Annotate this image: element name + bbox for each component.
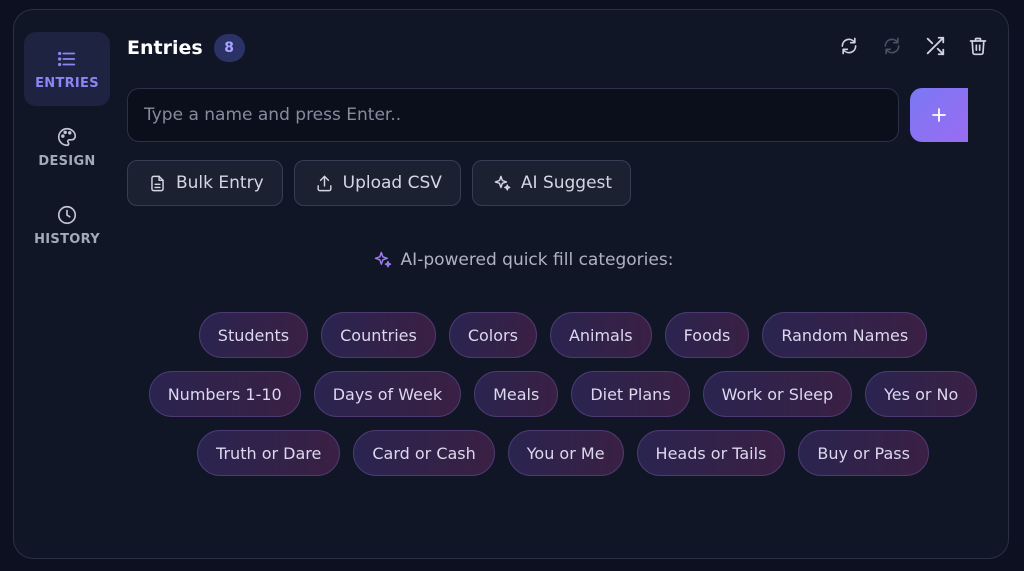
category-chip[interactable]: Random Names bbox=[762, 312, 928, 358]
category-chip[interactable]: Students bbox=[198, 312, 309, 358]
quick-fill-heading-text: AI-powered quick fill categories: bbox=[400, 250, 674, 270]
refresh-icon bbox=[841, 37, 857, 55]
category-chip[interactable]: Work or Sleep bbox=[702, 371, 853, 417]
page-title: Entries bbox=[127, 37, 203, 59]
chip-row: Numbers 1-10 Days of Week Meals Diet Pla… bbox=[148, 371, 978, 417]
sidebar-item-design[interactable]: DESIGN bbox=[24, 110, 110, 184]
category-chip[interactable]: Animals bbox=[549, 312, 652, 358]
sidebar-item-history[interactable]: HISTORY bbox=[24, 188, 110, 262]
clock-icon bbox=[57, 205, 77, 224]
sidebar-item-entries[interactable]: ENTRIES bbox=[24, 32, 110, 106]
quick-fill-categories: Students Countries Colors Animals Foods … bbox=[127, 312, 999, 476]
ai-suggest-button[interactable]: AI Suggest bbox=[471, 160, 632, 206]
chip-row: Students Countries Colors Animals Foods … bbox=[198, 312, 928, 358]
category-chip[interactable]: Card or Cash bbox=[353, 430, 495, 476]
sidebar-item-label: HISTORY bbox=[34, 231, 100, 247]
ai-suggest-label: AI Suggest bbox=[520, 173, 613, 193]
quick-fill-heading: AI-powered quick fill categories: bbox=[127, 250, 919, 270]
category-chip[interactable]: Heads or Tails bbox=[636, 430, 786, 476]
category-chip[interactable]: Truth or Dare bbox=[197, 430, 341, 476]
shuffle-button[interactable] bbox=[923, 34, 947, 58]
category-chip[interactable]: Days of Week bbox=[313, 371, 462, 417]
clear-all-button[interactable] bbox=[966, 34, 990, 58]
category-chip[interactable]: You or Me bbox=[507, 430, 624, 476]
document-icon bbox=[151, 175, 164, 191]
entry-actions: Bulk Entry Upload CSV AI Suggest bbox=[127, 160, 632, 206]
chip-row: Truth or Dare Card or Cash You or Me Hea… bbox=[197, 430, 929, 476]
add-entry-button[interactable] bbox=[910, 88, 968, 142]
plus-icon bbox=[932, 108, 946, 122]
sync-button[interactable] bbox=[880, 34, 904, 58]
entry-count-badge: 8 bbox=[213, 34, 245, 62]
category-chip[interactable]: Foods bbox=[664, 312, 750, 358]
trash-icon bbox=[969, 37, 987, 56]
category-chip[interactable]: Diet Plans bbox=[571, 371, 690, 417]
sparkles-icon bbox=[494, 175, 511, 191]
sparkles-icon bbox=[374, 251, 391, 268]
category-chip[interactable]: Countries bbox=[321, 312, 436, 358]
upload-csv-label: Upload CSV bbox=[342, 173, 442, 193]
toolbar bbox=[837, 34, 990, 58]
sync-icon bbox=[884, 37, 900, 55]
category-chip[interactable]: Buy or Pass bbox=[798, 430, 929, 476]
category-chip[interactable]: Colors bbox=[448, 312, 537, 358]
bulk-entry-label: Bulk Entry bbox=[176, 173, 264, 193]
sidebar-item-label: ENTRIES bbox=[35, 75, 99, 91]
sidebar: ENTRIES DESIGN HISTORY bbox=[24, 32, 110, 266]
upload-csv-button[interactable]: Upload CSV bbox=[293, 160, 461, 206]
palette-icon bbox=[58, 127, 77, 146]
list-icon bbox=[58, 51, 76, 66]
bulk-entry-button[interactable]: Bulk Entry bbox=[127, 160, 283, 206]
category-chip[interactable]: Meals bbox=[474, 371, 559, 417]
category-chip[interactable]: Numbers 1-10 bbox=[148, 371, 301, 417]
category-chip[interactable]: Yes or No bbox=[865, 371, 978, 417]
sidebar-item-label: DESIGN bbox=[38, 153, 96, 169]
shuffle-icon bbox=[926, 36, 945, 56]
refresh-button[interactable] bbox=[837, 34, 861, 58]
header: Entries 8 bbox=[127, 34, 245, 62]
upload-icon bbox=[317, 175, 332, 191]
entry-name-input[interactable] bbox=[127, 88, 899, 142]
